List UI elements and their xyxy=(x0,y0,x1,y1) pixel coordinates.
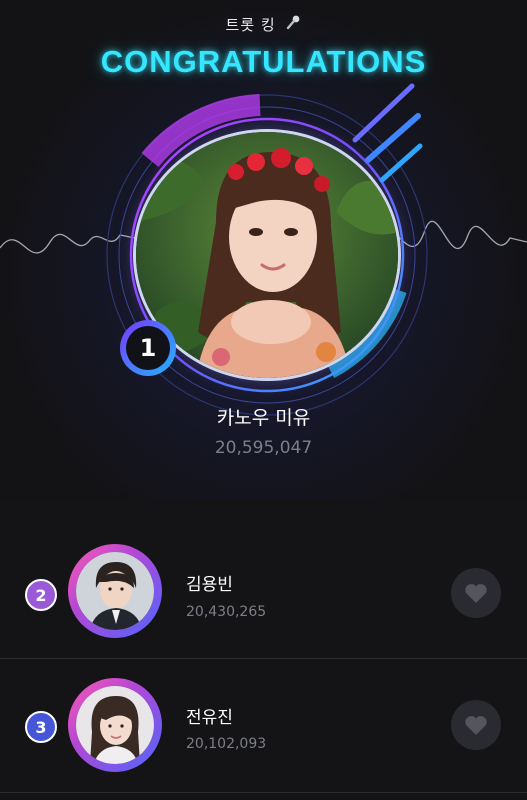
rank-badge-first: 1 xyxy=(120,320,176,376)
rank-badge: 3 xyxy=(25,711,57,743)
avatar[interactable] xyxy=(68,544,162,638)
contest-subtitle: 트롯 킹 xyxy=(0,14,527,35)
list-divider xyxy=(0,658,527,659)
heart-icon xyxy=(465,716,487,735)
microphone-icon xyxy=(285,14,301,34)
rank-number: 1 xyxy=(126,326,170,370)
ranking-row-2[interactable]: 2 김용빈 20,430,265 xyxy=(0,526,527,656)
winner-score: 20,595,047 xyxy=(214,438,313,458)
contestant-name: 김용빈 xyxy=(186,575,233,595)
winner-hero: 트롯 킹 CONGRATULATIONS 1 카노우 미유 20,595,047 xyxy=(0,0,527,500)
rank-badge: 2 xyxy=(25,579,57,611)
heart-icon xyxy=(465,584,487,603)
list-divider xyxy=(0,792,527,793)
ranking-row-3[interactable]: 3 전유진 20,102,093 xyxy=(0,665,527,795)
contest-name: 트롯 킹 xyxy=(225,16,276,34)
heart-vote-button[interactable] xyxy=(451,568,501,618)
winner-name: 카노우 미유 xyxy=(216,407,311,429)
avatar[interactable] xyxy=(68,678,162,772)
contestant-name: 전유진 xyxy=(186,708,233,728)
contestant-score: 20,102,093 xyxy=(186,736,267,752)
heart-vote-button[interactable] xyxy=(451,700,501,750)
contestant-score: 20,430,265 xyxy=(186,604,267,620)
